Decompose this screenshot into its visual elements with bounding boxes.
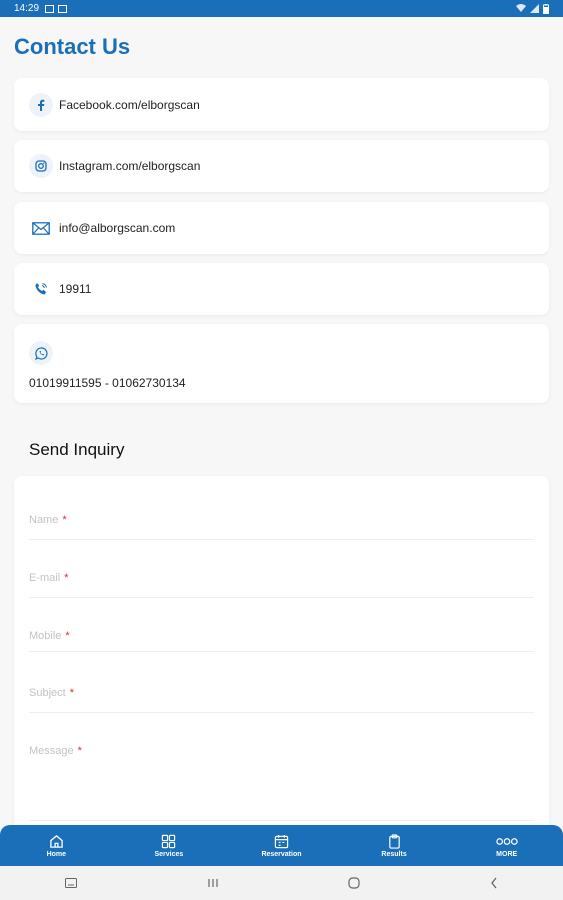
name-field[interactable]: Name * [29,510,534,540]
nav-services[interactable]: Services [113,825,226,866]
inquiry-form: Name * E-mail * Mobile * Subject * Message * [14,476,549,836]
signal-icon [530,4,539,13]
email-link[interactable]: info@alborgscan.com [59,221,175,235]
whatsapp-icon [29,341,53,365]
wifi-icon [516,4,526,12]
nav-results[interactable]: Results [338,825,451,866]
nav-home-label: Home [46,850,67,858]
home-button-icon[interactable] [348,877,360,889]
phone-card[interactable]: 19911 [14,263,549,315]
home-icon [50,834,63,848]
message-field[interactable]: Message * [29,741,534,821]
facebook-link[interactable]: Facebook.com/elborgscan [59,98,200,112]
clipboard-icon [388,833,400,849]
required-asterisk: * [77,745,82,757]
keyboard-icon[interactable] [64,878,77,888]
instagram-icon [29,154,53,178]
nav-more-label: MORE [496,850,518,858]
whatsapp-card[interactable]: 01019911595 - 01062730134 [14,324,549,403]
nav-home[interactable]: Home [0,825,113,866]
instagram-card[interactable]: Instagram.com/elborgscan [14,140,549,192]
facebook-icon [29,92,53,117]
image-notification-icon [45,4,55,13]
instagram-link[interactable]: Instagram.com/elborgscan [59,159,200,173]
back-icon[interactable] [490,877,498,889]
phone-icon [29,277,53,301]
nav-reservation[interactable]: Reservation [225,825,338,866]
required-asterisk: * [69,687,74,699]
required-asterisk: * [64,572,69,584]
email-field[interactable]: E-mail * [29,568,534,598]
nav-more[interactable]: MORE [450,825,563,866]
status-time: 14:29 [14,3,40,14]
message-placeholder: Message [29,745,74,757]
more-icon [495,837,518,845]
name-placeholder: Name [29,514,59,526]
whatsapp-numbers[interactable]: 01019911595 - 01062730134 [29,376,186,390]
recent-apps-icon[interactable] [207,878,219,888]
phone-number[interactable]: 19911 [59,282,91,296]
bottom-navigation: Home Services Reservation Results MORE [0,825,563,866]
calendar-icon [274,834,289,848]
subject-field[interactable]: Subject * [29,683,534,713]
nav-results-label: Results [381,850,407,858]
required-asterisk: * [62,514,67,526]
mobile-placeholder: Mobile [29,630,62,642]
grid-icon [162,834,176,848]
email-card[interactable]: info@alborgscan.com [14,202,549,254]
subject-placeholder: Subject [29,687,66,699]
status-bar: 14:29 [0,0,563,17]
nav-services-label: Services [154,850,184,858]
mail-icon [29,216,53,240]
system-navigation-bar [0,866,563,900]
inquiry-section-title: Send Inquiry [29,440,125,459]
required-asterisk: * [65,630,70,642]
battery-icon [543,3,549,14]
email-placeholder: E-mail [29,572,61,584]
app-notification-icon [58,4,68,13]
facebook-card[interactable]: Facebook.com/elborgscan [14,78,549,131]
nav-reservation-label: Reservation [261,850,302,858]
mobile-field[interactable]: Mobile * [29,626,534,652]
page-title: Contact Us [14,34,131,59]
